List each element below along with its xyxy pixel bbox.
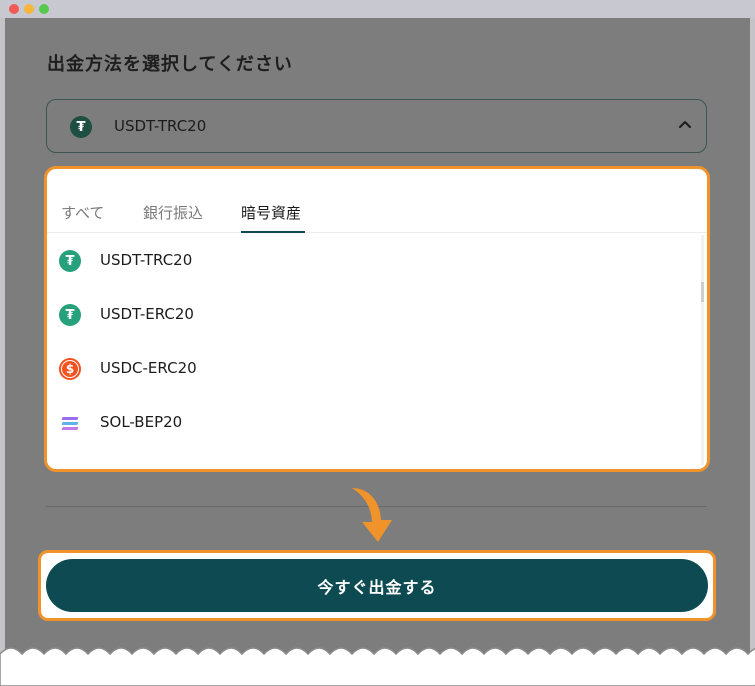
list-item-usdc-erc20[interactable]: $ USDC-ERC20 <box>47 342 697 396</box>
torn-edge-decoration <box>0 647 755 686</box>
method-tabs: すべて 銀行振込 暗号資産 <box>47 169 707 233</box>
scrollbar-thumb[interactable] <box>701 282 704 302</box>
minimize-window-icon[interactable] <box>24 4 34 14</box>
tether-icon: ₮ <box>59 250 81 272</box>
close-window-icon[interactable] <box>9 4 19 14</box>
option-label: USDT-TRC20 <box>100 251 193 269</box>
chevron-up-icon <box>679 121 691 128</box>
option-label: USDC-ERC20 <box>100 359 197 377</box>
solana-icon <box>59 412 81 434</box>
tether-icon: ₮ <box>70 116 92 138</box>
withdraw-button-highlight: 今すぐ出金する <box>38 550 716 621</box>
usdc-icon: $ <box>59 358 81 380</box>
selected-method-label: USDT-TRC20 <box>114 117 207 135</box>
tether-icon: ₮ <box>59 304 81 326</box>
arrow-down-icon <box>352 488 392 542</box>
list-item-usdt-trc20[interactable]: ₮ USDT-TRC20 <box>47 234 697 288</box>
page-title: 出金方法を選択してください <box>47 54 293 75</box>
withdraw-method-select[interactable]: ₮ USDT-TRC20 <box>46 99 707 153</box>
active-tab-indicator <box>241 231 305 233</box>
window-titlebar <box>0 0 755 18</box>
method-dropdown-panel: すべて 銀行振込 暗号資産 ₮ USDT-TRC20 ₮ USDT-ERC20 … <box>44 166 710 472</box>
maximize-window-icon[interactable] <box>39 4 49 14</box>
tab-crypto[interactable]: 暗号資産 <box>241 202 301 223</box>
tab-bank-transfer[interactable]: 銀行振込 <box>143 202 203 223</box>
option-label: SOL-BEP20 <box>100 413 183 431</box>
option-label: USDT-ERC20 <box>100 305 194 323</box>
dropdown-scrollbar[interactable] <box>701 235 704 465</box>
list-item-usdt-erc20[interactable]: ₮ USDT-ERC20 <box>47 288 697 342</box>
tab-all[interactable]: すべて <box>61 202 104 223</box>
withdraw-now-button[interactable]: 今すぐ出金する <box>46 559 708 612</box>
list-item-sol-bep20[interactable]: SOL-BEP20 <box>47 396 697 450</box>
